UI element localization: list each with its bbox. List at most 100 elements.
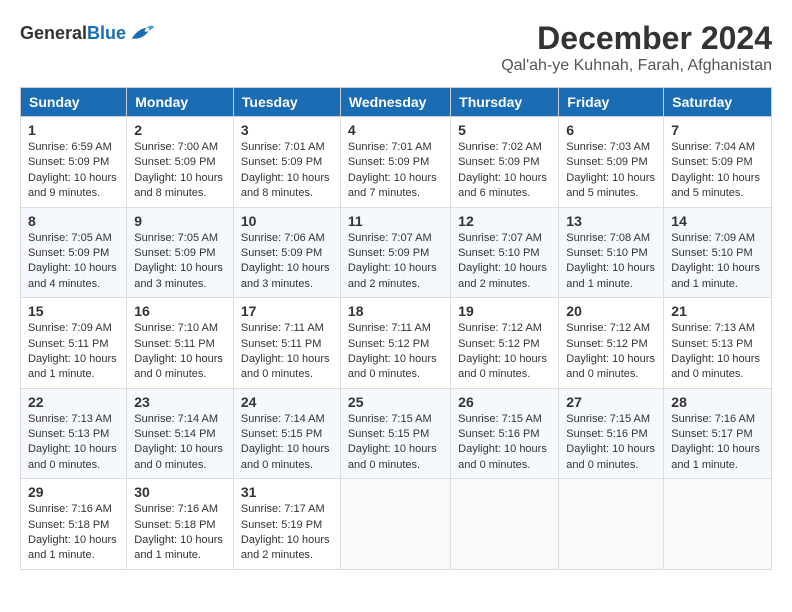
day-info: Sunrise: 7:12 AM Sunset: 5:12 PM Dayligh…	[566, 321, 656, 383]
calendar-cell: 31Sunrise: 7:17 AM Sunset: 5:19 PM Dayli…	[233, 479, 340, 570]
calendar-cell: 15Sunrise: 7:09 AM Sunset: 5:11 PM Dayli…	[21, 298, 127, 389]
calendar-cell: 18 Sunrise: 7:11 AM Sunset: 5:12 PM Dayli…	[340, 298, 450, 389]
calendar-cell: 10Sunrise: 7:06 AM Sunset: 5:09 PM Dayli…	[233, 207, 340, 298]
day-info: Sunrise: 7:04 AM Sunset: 5:09 PM Dayligh…	[671, 140, 764, 202]
day-info: Sunrise: 6:59 AM Sunset: 5:09 PM Dayligh…	[28, 140, 119, 202]
calendar-cell: 11Sunrise: 7:07 AM Sunset: 5:09 PM Dayli…	[340, 207, 450, 298]
day-info: Sunrise: 7:08 AM Sunset: 5:10 PM Dayligh…	[566, 231, 656, 293]
day-info: Sunrise: 7:13 AM Sunset: 5:13 PM Dayligh…	[671, 321, 764, 383]
logo: GeneralBlue	[20, 20, 156, 48]
calendar-week-4: 22Sunrise: 7:13 AM Sunset: 5:13 PM Dayli…	[21, 388, 772, 479]
calendar-cell: 22Sunrise: 7:13 AM Sunset: 5:13 PM Dayli…	[21, 388, 127, 479]
day-info: Sunrise: 7:14 AM Sunset: 5:15 PM Dayligh…	[241, 412, 333, 474]
day-number: 19	[458, 303, 551, 319]
calendar-week-1: 1Sunrise: 6:59 AM Sunset: 5:09 PM Daylig…	[21, 117, 772, 208]
calendar-header-wednesday: Wednesday	[340, 88, 450, 117]
day-info: Sunrise: 7:06 AM Sunset: 5:09 PM Dayligh…	[241, 231, 333, 293]
calendar-cell	[340, 479, 450, 570]
day-number: 28	[671, 394, 764, 410]
logo-bird-icon	[128, 20, 156, 48]
day-info: Sunrise: 7:09 AM Sunset: 5:11 PM Dayligh…	[28, 321, 119, 383]
calendar-body: 1Sunrise: 6:59 AM Sunset: 5:09 PM Daylig…	[21, 117, 772, 570]
day-info: Sunrise: 7:16 AM Sunset: 5:18 PM Dayligh…	[134, 502, 226, 564]
calendar-cell: 24 Sunrise: 7:14 AM Sunset: 5:15 PM Dayli…	[233, 388, 340, 479]
title-section: December 2024 Qal'ah-ye Kuhnah, Farah, A…	[501, 20, 772, 75]
day-info: Sunrise: 7:00 AM Sunset: 5:09 PM Dayligh…	[134, 140, 226, 202]
day-info: Sunrise: 7:01 AM Sunset: 5:09 PM Dayligh…	[241, 140, 333, 202]
main-title: December 2024	[501, 20, 772, 57]
day-info: Sunrise: 7:03 AM Sunset: 5:09 PM Dayligh…	[566, 140, 656, 202]
day-info: Sunrise: 7:11 AM Sunset: 5:12 PM Dayligh…	[348, 321, 443, 383]
day-info: Sunrise: 7:02 AM Sunset: 5:09 PM Dayligh…	[458, 140, 551, 202]
day-info: Sunrise: 7:15 AM Sunset: 5:16 PM Dayligh…	[566, 412, 656, 474]
day-info: Sunrise: 7:14 AM Sunset: 5:14 PM Dayligh…	[134, 412, 226, 474]
day-number: 16	[134, 303, 226, 319]
day-info: Sunrise: 7:17 AM Sunset: 5:19 PM Dayligh…	[241, 502, 333, 564]
day-number: 8	[28, 213, 119, 229]
calendar-week-5: 29 Sunrise: 7:16 AM Sunset: 5:18 PM Dayli…	[21, 479, 772, 570]
calendar-cell: 4 Sunrise: 7:01 AM Sunset: 5:09 PM Daylig…	[340, 117, 450, 208]
day-number: 26	[458, 394, 551, 410]
calendar-cell: 1Sunrise: 6:59 AM Sunset: 5:09 PM Daylig…	[21, 117, 127, 208]
calendar-cell: 20Sunrise: 7:12 AM Sunset: 5:12 PM Dayli…	[559, 298, 664, 389]
day-info: Sunrise: 7:13 AM Sunset: 5:13 PM Dayligh…	[28, 412, 119, 474]
day-info: Sunrise: 7:07 AM Sunset: 5:10 PM Dayligh…	[458, 231, 551, 293]
top-bar: GeneralBlue December 2024 Qal'ah-ye Kuhn…	[20, 20, 772, 79]
calendar-cell: 5 Sunrise: 7:02 AM Sunset: 5:09 PM Daylig…	[451, 117, 559, 208]
logo-text: GeneralBlue	[20, 23, 126, 43]
day-info: Sunrise: 7:15 AM Sunset: 5:15 PM Dayligh…	[348, 412, 443, 474]
day-info: Sunrise: 7:10 AM Sunset: 5:11 PM Dayligh…	[134, 321, 226, 383]
day-number: 7	[671, 122, 764, 138]
calendar-cell: 25Sunrise: 7:15 AM Sunset: 5:15 PM Dayli…	[340, 388, 450, 479]
calendar-header-saturday: Saturday	[664, 88, 772, 117]
calendar-cell: 29Sunrise: 7:16 AM Sunset: 5:18 PM Dayli…	[21, 479, 127, 570]
day-number: 9	[134, 213, 226, 229]
day-info: Sunrise: 7:01 AM Sunset: 5:09 PM Dayligh…	[348, 140, 443, 202]
calendar-cell: 8 Sunrise: 7:05 AM Sunset: 5:09 PM Daylig…	[21, 207, 127, 298]
day-number: 12	[458, 213, 551, 229]
calendar-header-thursday: Thursday	[451, 88, 559, 117]
day-info: Sunrise: 7:15 AM Sunset: 5:16 PM Dayligh…	[458, 412, 551, 474]
calendar-cell: 19 Sunrise: 7:12 AM Sunset: 5:12 PM Dayli…	[451, 298, 559, 389]
calendar-cell: 9 Sunrise: 7:05 AM Sunset: 5:09 PM Daylig…	[127, 207, 234, 298]
calendar-cell: 21 Sunrise: 7:13 AM Sunset: 5:13 PM Dayli…	[664, 298, 772, 389]
calendar-cell: 28 Sunrise: 7:16 AM Sunset: 5:17 PM Dayli…	[664, 388, 772, 479]
calendar-header-tuesday: Tuesday	[233, 88, 340, 117]
day-number: 23	[134, 394, 226, 410]
calendar-cell	[451, 479, 559, 570]
calendar-header-friday: Friday	[559, 88, 664, 117]
day-info: Sunrise: 7:16 AM Sunset: 5:17 PM Dayligh…	[671, 412, 764, 474]
day-info: Sunrise: 7:05 AM Sunset: 5:09 PM Dayligh…	[134, 231, 226, 293]
calendar-cell: 7 Sunrise: 7:04 AM Sunset: 5:09 PM Daylig…	[664, 117, 772, 208]
sub-title: Qal'ah-ye Kuhnah, Farah, Afghanistan	[501, 57, 772, 75]
day-number: 21	[671, 303, 764, 319]
calendar-cell: 23 Sunrise: 7:14 AM Sunset: 5:14 PM Dayli…	[127, 388, 234, 479]
day-number: 30	[134, 484, 226, 500]
calendar-cell: 17Sunrise: 7:11 AM Sunset: 5:11 PM Dayli…	[233, 298, 340, 389]
calendar-cell: 13Sunrise: 7:08 AM Sunset: 5:10 PM Dayli…	[559, 207, 664, 298]
calendar-cell: 12 Sunrise: 7:07 AM Sunset: 5:10 PM Dayli…	[451, 207, 559, 298]
day-number: 6	[566, 122, 656, 138]
day-number: 27	[566, 394, 656, 410]
day-number: 29	[28, 484, 119, 500]
calendar-cell	[664, 479, 772, 570]
calendar-header-sunday: Sunday	[21, 88, 127, 117]
day-number: 14	[671, 213, 764, 229]
day-number: 4	[348, 122, 443, 138]
calendar-cell: 16 Sunrise: 7:10 AM Sunset: 5:11 PM Dayli…	[127, 298, 234, 389]
calendar-table: SundayMondayTuesdayWednesdayThursdayFrid…	[20, 87, 772, 570]
calendar-cell: 27 Sunrise: 7:15 AM Sunset: 5:16 PM Dayli…	[559, 388, 664, 479]
calendar-cell: 2Sunrise: 7:00 AM Sunset: 5:09 PM Daylig…	[127, 117, 234, 208]
day-number: 3	[241, 122, 333, 138]
day-number: 5	[458, 122, 551, 138]
calendar-cell: 3 Sunrise: 7:01 AM Sunset: 5:09 PM Daylig…	[233, 117, 340, 208]
day-info: Sunrise: 7:07 AM Sunset: 5:09 PM Dayligh…	[348, 231, 443, 293]
calendar-header-monday: Monday	[127, 88, 234, 117]
day-info: Sunrise: 7:12 AM Sunset: 5:12 PM Dayligh…	[458, 321, 551, 383]
day-info: Sunrise: 7:05 AM Sunset: 5:09 PM Dayligh…	[28, 231, 119, 293]
calendar-cell	[559, 479, 664, 570]
day-number: 18	[348, 303, 443, 319]
day-number: 24	[241, 394, 333, 410]
day-number: 17	[241, 303, 333, 319]
calendar-cell: 14Sunrise: 7:09 AM Sunset: 5:10 PM Dayli…	[664, 207, 772, 298]
